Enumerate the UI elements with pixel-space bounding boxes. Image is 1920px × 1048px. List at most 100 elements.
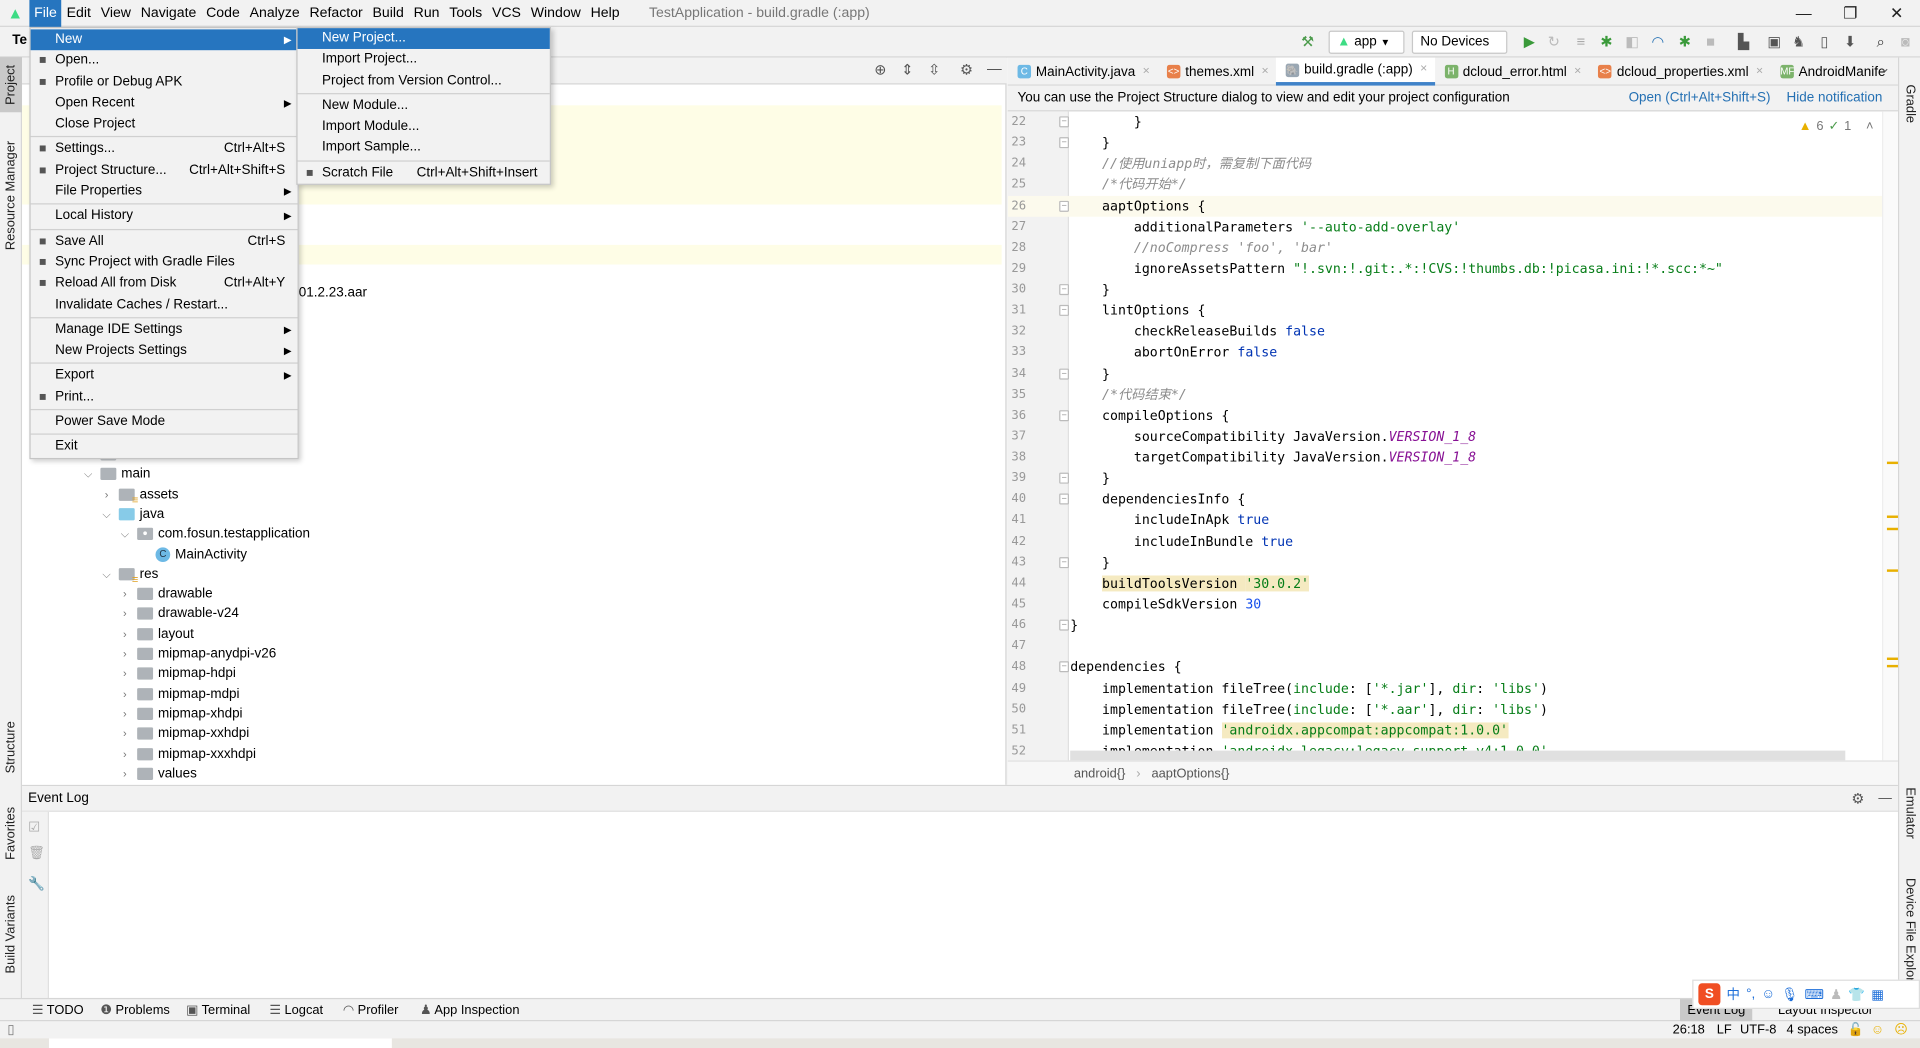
tree-row-mipmap-anydpi-v26[interactable]: › mipmap-anydpi-v26: [118, 644, 276, 664]
code-line[interactable]: 39 −}: [1008, 468, 1884, 489]
code-line[interactable]: 35 /*代码结束*/: [1008, 384, 1884, 405]
project-breadcrumb[interactable]: Te: [12, 33, 27, 48]
menu-view[interactable]: View: [96, 0, 136, 26]
wrench-icon[interactable]: 🔧: [28, 876, 45, 892]
file-encoding[interactable]: UTF-8: [1740, 1021, 1776, 1038]
tab-themes-xml[interactable]: <> themes.xml ×: [1157, 58, 1276, 86]
code-line[interactable]: 45 compileSdkVersion 30: [1008, 594, 1884, 615]
menu-item-power-save-mode[interactable]: Power Save Mode: [31, 411, 298, 432]
menu-help[interactable]: Help: [586, 0, 625, 26]
menu-item-reload-all-from-disk[interactable]: ■ Reload All from Disk Ctrl+Alt+Y: [31, 273, 298, 294]
device-manager-icon[interactable]: ⬇: [1842, 33, 1859, 50]
code-line[interactable]: 46 −}: [1008, 615, 1884, 636]
menu-item-settings[interactable]: ■ Settings... Ctrl+Alt+S: [31, 139, 298, 160]
menu-run[interactable]: Run: [409, 0, 445, 26]
microphone-icon[interactable]: 🎙: [1781, 986, 1798, 1003]
menu-item-file-properties[interactable]: File Properties ▶: [31, 181, 298, 202]
chevron-right-icon[interactable]: ›: [118, 724, 133, 744]
feedback-sad-icon[interactable]: ☹: [1894, 1021, 1907, 1038]
user-icon[interactable]: ♟: [1830, 986, 1842, 1003]
tool-build-variants[interactable]: Build Variants: [4, 895, 19, 973]
close-tab-icon[interactable]: ×: [1261, 58, 1268, 85]
run-config-select[interactable]: ▲ app ▼: [1328, 30, 1405, 54]
hide-icon[interactable]: —: [987, 60, 1002, 77]
menu-item-new-project[interactable]: New Project...: [297, 28, 550, 50]
code-line[interactable]: 44 buildToolsVersion '30.0.2': [1008, 573, 1884, 594]
menu-item-import-module[interactable]: Import Module...: [298, 117, 550, 138]
editor-scrollbar[interactable]: [1882, 111, 1898, 761]
avd-manager-icon[interactable]: ▣: [1766, 33, 1783, 50]
keyboard-icon[interactable]: ⌨: [1804, 986, 1823, 1003]
emoji-icon[interactable]: ☺: [1761, 987, 1775, 1002]
close-tab-icon[interactable]: ×: [1756, 58, 1763, 85]
sdk-manager-icon[interactable]: ▯: [1816, 33, 1833, 50]
code-line[interactable]: 33 abortOnError false: [1008, 342, 1884, 363]
code-area[interactable]: 22−} 23−} 24//使用uniapp时，需复制下面代码 25/*代码开始*/2…: [1007, 111, 1884, 760]
tabs-overflow-chevron-icon[interactable]: ⌄: [1880, 62, 1890, 75]
menu-vcs[interactable]: VCS: [487, 0, 526, 26]
code-line[interactable]: 24 //使用uniapp时，需复制下面代码: [1008, 153, 1884, 174]
breadcrumb-item[interactable]: aaptOptions{}: [1151, 767, 1229, 782]
locate-file-icon[interactable]: ⊕: [874, 61, 886, 78]
code-line[interactable]: 31 − lintOptions {: [1008, 300, 1884, 321]
code-line[interactable]: 47: [1008, 636, 1884, 657]
code-line[interactable]: 26 − aaptOptions {: [1007, 195, 1884, 217]
fold-icon[interactable]: −: [1059, 619, 1069, 631]
code-line[interactable]: 36 − compileOptions {: [1008, 405, 1884, 426]
fold-icon[interactable]: −: [1059, 661, 1069, 673]
apply-code-changes-icon[interactable]: ≡: [1572, 33, 1589, 50]
chevron-down-icon[interactable]: ⌵: [99, 564, 114, 584]
hide-icon[interactable]: —: [1878, 786, 1891, 812]
menu-item-new-module[interactable]: New Module...: [298, 95, 550, 116]
open-project-structure-link[interactable]: Open (Ctrl+Alt+Shift+S): [1629, 86, 1771, 112]
coverage-icon[interactable]: ◧: [1624, 33, 1641, 50]
chevron-right-icon[interactable]: ›: [99, 484, 114, 504]
tool-favorites[interactable]: Favorites: [4, 807, 19, 860]
menu-item-open[interactable]: ■ Open...: [31, 51, 298, 72]
chevron-right-icon[interactable]: ›: [118, 604, 133, 624]
tool-window-toggle-icon[interactable]: ▯: [7, 1021, 14, 1038]
chevron-down-icon[interactable]: ⌵: [118, 524, 133, 544]
gear-icon[interactable]: ⚙: [960, 61, 973, 78]
mark-read-icon[interactable]: ☑: [28, 819, 40, 835]
menu-item-invalidate-caches-restart[interactable]: Invalidate Caches / Restart...: [31, 295, 298, 316]
code-line[interactable]: 50 implementation fileTree(include: ['*.a…: [1008, 699, 1884, 720]
hide-notification-link[interactable]: Hide notification: [1787, 86, 1883, 112]
code-line[interactable]: 42 includeInBundle true: [1008, 531, 1884, 552]
menu-item-import-sample[interactable]: Import Sample...: [298, 138, 550, 159]
tool-terminal[interactable]: ▣ Terminal: [186, 999, 250, 1021]
code-line[interactable]: 32 checkReleaseBuilds false: [1008, 321, 1884, 342]
device-select[interactable]: No Devices ▼: [1411, 30, 1508, 69]
caret-position[interactable]: 26:18: [1673, 1021, 1705, 1038]
minimize-button[interactable]: —: [1783, 0, 1825, 27]
chevron-right-icon[interactable]: ›: [118, 584, 133, 604]
close-tab-icon[interactable]: ×: [1574, 58, 1581, 85]
close-button[interactable]: ✕: [1876, 0, 1918, 27]
chevron-right-icon[interactable]: ›: [118, 704, 133, 724]
fold-icon[interactable]: −: [1059, 556, 1069, 568]
build-hammer-icon[interactable]: ⚒: [1299, 33, 1316, 50]
inspection-widget[interactable]: ▲6 ✓1 ˄˅: [1799, 119, 1894, 134]
code-line[interactable]: 48 − dependencies {: [1008, 657, 1884, 678]
run-icon[interactable]: ▶: [1521, 33, 1538, 50]
tool-project[interactable]: Project: [0, 57, 23, 113]
project-structure-icon[interactable]: ▙: [1735, 33, 1752, 50]
code-line[interactable]: 51 implementation 'androidx.appcompat:app…: [1008, 720, 1884, 741]
code-line[interactable]: 40 − dependenciesInfo {: [1008, 489, 1884, 510]
tree-row-partial[interactable]: 01.2.23.aar: [299, 285, 367, 300]
code-line[interactable]: 34 −}: [1008, 363, 1884, 384]
horizontal-scrollbar[interactable]: [1070, 750, 1846, 761]
tool-emulator[interactable]: Emulator: [1903, 787, 1918, 838]
menu-file[interactable]: File: [29, 0, 62, 27]
chevron-right-icon[interactable]: ›: [118, 744, 133, 764]
debug-icon[interactable]: ✱: [1598, 33, 1615, 50]
menu-item-print[interactable]: ■ Print...: [31, 387, 298, 408]
tree-row-mipmap-xxxhdpi[interactable]: › mipmap-xxxhdpi: [118, 744, 256, 764]
chevron-right-icon[interactable]: ›: [118, 764, 133, 784]
menu-item-new-projects-settings[interactable]: New Projects Settings ▶: [31, 341, 298, 362]
expand-all-icon[interactable]: ⇕: [901, 61, 913, 78]
punctuation-icon[interactable]: °,: [1746, 987, 1755, 1002]
menu-item-profile-or-debug-apk[interactable]: ■ Profile or Debug APK: [31, 72, 298, 93]
sogou-logo[interactable]: S: [1698, 983, 1721, 1006]
menu-item-manage-ide-settings[interactable]: Manage IDE Settings ▶: [31, 319, 298, 340]
